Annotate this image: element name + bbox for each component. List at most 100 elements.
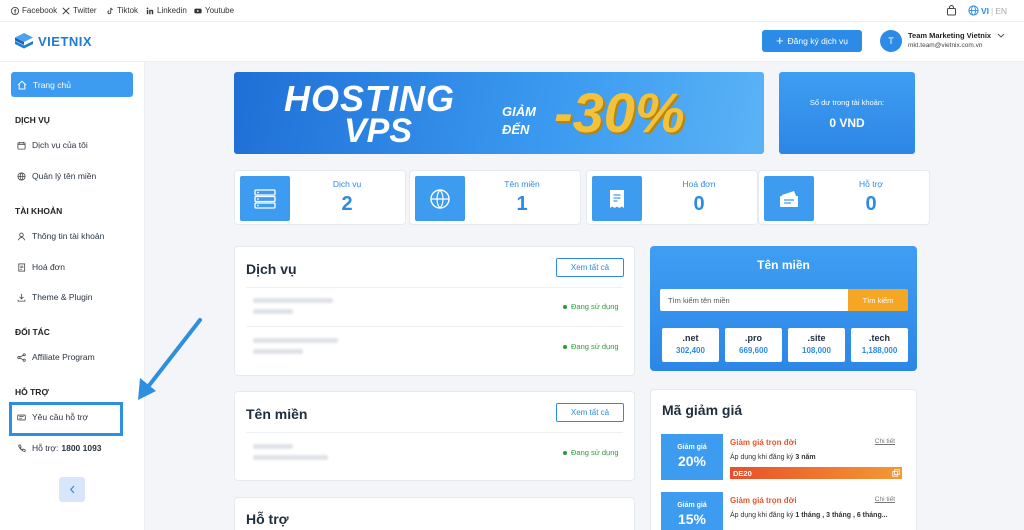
sidebar-item-home[interactable]: Trang chủ bbox=[11, 72, 133, 97]
top-social-bar: Facebook Twitter Tiktok Linkedin Youtube… bbox=[0, 0, 1024, 22]
avatar[interactable]: T bbox=[880, 30, 902, 52]
sidebar-item-label: Dịch vụ của tôi bbox=[32, 140, 88, 150]
coupon-tag-label: Giảm giá bbox=[677, 444, 707, 451]
facebook-icon bbox=[11, 6, 19, 15]
coupon-percent: 20% bbox=[677, 453, 707, 469]
annotation-arrow-icon bbox=[138, 318, 202, 400]
stat-domains[interactable]: Tên miền 1 bbox=[409, 170, 581, 225]
coupon-title: Giảm giá trọn đời bbox=[730, 496, 797, 505]
support-panel-title: Hỗ trợ bbox=[246, 511, 289, 527]
coupon-card[interactable]: Giảm giá 20% Giảm giá trọn đời Chi tiết … bbox=[661, 434, 907, 480]
sidebar-item-invoices[interactable]: Hoá đơn bbox=[17, 262, 65, 272]
lang-en[interactable]: EN bbox=[995, 6, 1007, 16]
tld-price: 1,188,000 bbox=[861, 346, 898, 355]
sidebar-item-affiliate[interactable]: Affiliate Program bbox=[17, 352, 95, 362]
youtube-link[interactable]: Youtube bbox=[194, 6, 234, 15]
tiktok-icon bbox=[107, 7, 113, 14]
tld-price: 669,600 bbox=[739, 346, 768, 355]
banner-line2: VPS bbox=[344, 112, 413, 150]
section-services-heading: DỊCH VỤ bbox=[15, 115, 50, 125]
user-name[interactable]: Team Marketing Vietnix bbox=[908, 31, 991, 40]
stat-value: 0 bbox=[693, 193, 705, 215]
service-status: Đang sử dụng bbox=[563, 342, 619, 351]
linkedin-icon bbox=[146, 6, 154, 14]
sidebar-item-domain-management[interactable]: Quản lý tên miền bbox=[17, 171, 96, 181]
calendar-icon bbox=[17, 141, 26, 150]
service-detail-blurred bbox=[253, 309, 293, 314]
coupons-title: Mã giảm giá bbox=[662, 402, 743, 418]
coupon-tag-label: Giảm giá bbox=[677, 502, 707, 509]
lang-separator: | bbox=[991, 5, 994, 16]
domains-see-all-button[interactable]: Xem tất cả bbox=[556, 403, 624, 422]
vietnix-logo[interactable]: VIETNIX bbox=[14, 32, 92, 50]
divider bbox=[246, 287, 623, 288]
sidebar-item-label: Hoá đơn bbox=[32, 262, 65, 272]
tld-card-net[interactable]: .net 302,400 bbox=[662, 328, 719, 362]
coupon-title: Giảm giá trọn đời bbox=[730, 438, 797, 447]
language-switcher[interactable]: VI | EN bbox=[968, 5, 1007, 16]
stat-support[interactable]: Hỗ trợ 0 bbox=[758, 170, 930, 225]
register-service-button[interactable]: + Đăng ký dịch vụ bbox=[762, 30, 862, 52]
services-panel: Dịch vụ Xem tất cả Đang sử dụng Đang sử … bbox=[234, 246, 635, 376]
domain-search-input[interactable]: Tìm kiếm tên miền bbox=[660, 289, 848, 311]
services-see-all-button[interactable]: Xem tất cả bbox=[556, 258, 624, 277]
section-support-heading: HỖ TRỢ bbox=[15, 387, 49, 397]
twitter-link[interactable]: Twitter bbox=[62, 6, 97, 15]
tld-card-site[interactable]: .site 108,000 bbox=[788, 328, 845, 362]
coupon-code[interactable]: DE20 bbox=[730, 467, 902, 479]
hotline-number[interactable]: 1800 1093 bbox=[61, 443, 101, 453]
linkedin-label: Linkedin bbox=[157, 6, 187, 15]
banner-den: ĐẾN bbox=[502, 122, 530, 137]
user-menu-chevron[interactable] bbox=[997, 31, 1005, 41]
user-email: mkt.team@vietnix.com.vn bbox=[908, 42, 983, 49]
coupon-detail-link[interactable]: Chi tiết bbox=[875, 438, 895, 445]
hotline-label: Hỗ trợ: bbox=[32, 443, 59, 453]
promo-banner[interactable]: HOSTING VPS GIẢM ĐẾN -30% bbox=[234, 72, 764, 154]
annotation-highlight-box bbox=[9, 402, 123, 436]
youtube-icon bbox=[194, 8, 202, 13]
stat-value: 0 bbox=[865, 193, 877, 215]
service-name-blurred[interactable] bbox=[253, 298, 333, 303]
domain-name-blurred[interactable] bbox=[253, 444, 293, 449]
user-icon bbox=[17, 232, 26, 240]
facebook-link[interactable]: Facebook bbox=[11, 6, 57, 15]
domains-panel: Tên miền Xem tất cả Đang sử dụng bbox=[234, 391, 635, 481]
coupons-panel: Mã giảm giá Giảm giá 20% Giảm giá trọn đ… bbox=[650, 389, 917, 530]
main-header: VIETNIX + Đăng ký dịch vụ T Team Marketi… bbox=[0, 22, 1024, 62]
tld-name: .tech bbox=[868, 333, 890, 343]
cart-button[interactable] bbox=[946, 5, 957, 18]
banner-giam: GIẢM bbox=[502, 104, 536, 119]
globe-icon bbox=[415, 176, 465, 221]
sidebar-item-label: Theme & Plugin bbox=[32, 292, 93, 302]
copy-icon[interactable] bbox=[892, 469, 900, 477]
balance-value: 0 VND bbox=[829, 116, 865, 130]
coupon-detail-link[interactable]: Chi tiết bbox=[875, 496, 895, 503]
tld-card-pro[interactable]: .pro 669,600 bbox=[725, 328, 782, 362]
service-name-blurred[interactable] bbox=[253, 338, 338, 343]
service-detail-blurred bbox=[253, 349, 303, 354]
sidebar-hotline[interactable]: Hỗ trợ: 1800 1093 bbox=[17, 443, 102, 453]
balance-card: Số dư trong tài khoản: 0 VND bbox=[779, 72, 915, 154]
sidebar-item-my-services[interactable]: Dịch vụ của tôi bbox=[17, 140, 88, 150]
sidebar-item-account-info[interactable]: Thông tin tài khoản bbox=[17, 231, 104, 241]
domains-panel-title: Tên miền bbox=[246, 406, 308, 422]
tiktok-link[interactable]: Tiktok bbox=[106, 6, 138, 15]
tld-card-tech[interactable]: .tech 1,188,000 bbox=[851, 328, 908, 362]
domain-search-button[interactable]: Tìm kiếm bbox=[848, 289, 908, 311]
sidebar-collapse-button[interactable] bbox=[59, 477, 85, 502]
stat-services[interactable]: Dịch vụ 2 bbox=[234, 170, 406, 225]
phone-icon bbox=[18, 444, 26, 452]
lang-vi[interactable]: VI bbox=[981, 6, 989, 16]
banner-discount: -30% bbox=[554, 81, 685, 144]
tld-name: .site bbox=[807, 333, 826, 343]
domain-detail-blurred bbox=[253, 455, 328, 460]
sidebar-item-label: Thông tin tài khoản bbox=[32, 231, 105, 241]
share-icon bbox=[17, 352, 26, 362]
sidebar-item-theme-plugin[interactable]: Theme & Plugin bbox=[17, 292, 92, 302]
stat-invoices[interactable]: Hoá đơn 0 bbox=[586, 170, 758, 225]
coupon-card[interactable]: Giảm giá 15% Giảm giá trọn đời Chi tiết … bbox=[661, 492, 907, 530]
sidebar-item-label: Trang chủ bbox=[33, 79, 71, 90]
linkedin-link[interactable]: Linkedin bbox=[146, 6, 187, 15]
coupon-description: Áp dụng khi đăng ký 1 tháng , 3 tháng , … bbox=[730, 512, 888, 519]
plus-icon: + bbox=[775, 33, 784, 48]
